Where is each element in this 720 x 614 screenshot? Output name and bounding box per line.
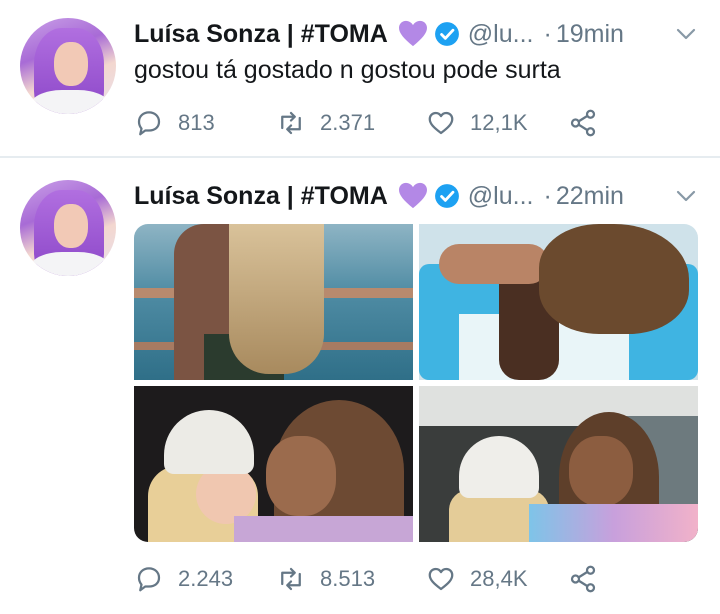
tweet-2[interactable]: Luísa Sonza | #TOMA @lu... · 22min 2.243… [0,158,720,614]
author-handle[interactable]: @lu... [468,182,534,211]
purple-heart-icon [398,20,427,47]
separator-dot: · [543,181,552,210]
tweet-actions: 2.243 8.513 28,4K [134,562,598,596]
media-photo-4[interactable] [419,386,698,542]
media-photo-2[interactable] [419,224,698,380]
retweet-button[interactable]: 8.513 [276,564,426,594]
verified-badge-icon [434,22,459,46]
purple-heart-icon [398,182,427,209]
like-count: 28,4K [470,566,528,591]
author-name[interactable]: Luísa Sonza | #TOMA [134,20,388,49]
like-count: 12,1K [470,110,528,135]
author-name[interactable]: Luísa Sonza | #TOMA [134,182,388,211]
avatar[interactable] [20,18,116,114]
verified-badge-icon [434,184,459,208]
author-handle[interactable]: @lu... [468,20,534,49]
reply-button[interactable]: 813 [134,108,276,138]
tweet-1[interactable]: Luísa Sonza | #TOMA @lu... · 19min gosto… [0,0,720,158]
retweet-icon [281,111,301,135]
like-icon [428,111,454,135]
share-icon [570,565,596,593]
media-grid [134,224,698,542]
media-photo-1[interactable] [134,224,413,380]
retweet-count: 2.371 [320,110,376,135]
share-icon [570,109,596,137]
tweet-actions: 813 2.371 12,1K [134,106,598,140]
like-button[interactable]: 12,1K [426,108,568,138]
media-photo-3[interactable] [134,386,413,542]
tweet-text: gostou tá gostado n gostou pode surta [134,56,561,84]
timestamp[interactable]: 19min [556,20,624,49]
reply-button[interactable]: 2.243 [134,564,276,594]
share-button[interactable] [568,564,598,594]
reply-count: 813 [178,110,215,135]
separator-dot: · [543,19,552,48]
reply-icon [137,567,161,592]
tweet-header: Luísa Sonza | #TOMA @lu... · 19min [134,14,624,54]
chevron-down-icon[interactable] [674,184,698,208]
timestamp[interactable]: 22min [556,182,624,211]
retweet-button[interactable]: 2.371 [276,108,426,138]
tweet-header: Luísa Sonza | #TOMA @lu... · 22min [134,176,624,216]
chevron-down-icon[interactable] [674,22,698,46]
reply-count: 2.243 [178,566,234,591]
retweet-count: 8.513 [320,566,376,591]
share-button[interactable] [568,108,598,138]
reply-icon [137,111,161,136]
retweet-icon [281,567,301,591]
avatar[interactable] [20,180,116,276]
like-icon [428,567,454,591]
like-button[interactable]: 28,4K [426,564,568,594]
